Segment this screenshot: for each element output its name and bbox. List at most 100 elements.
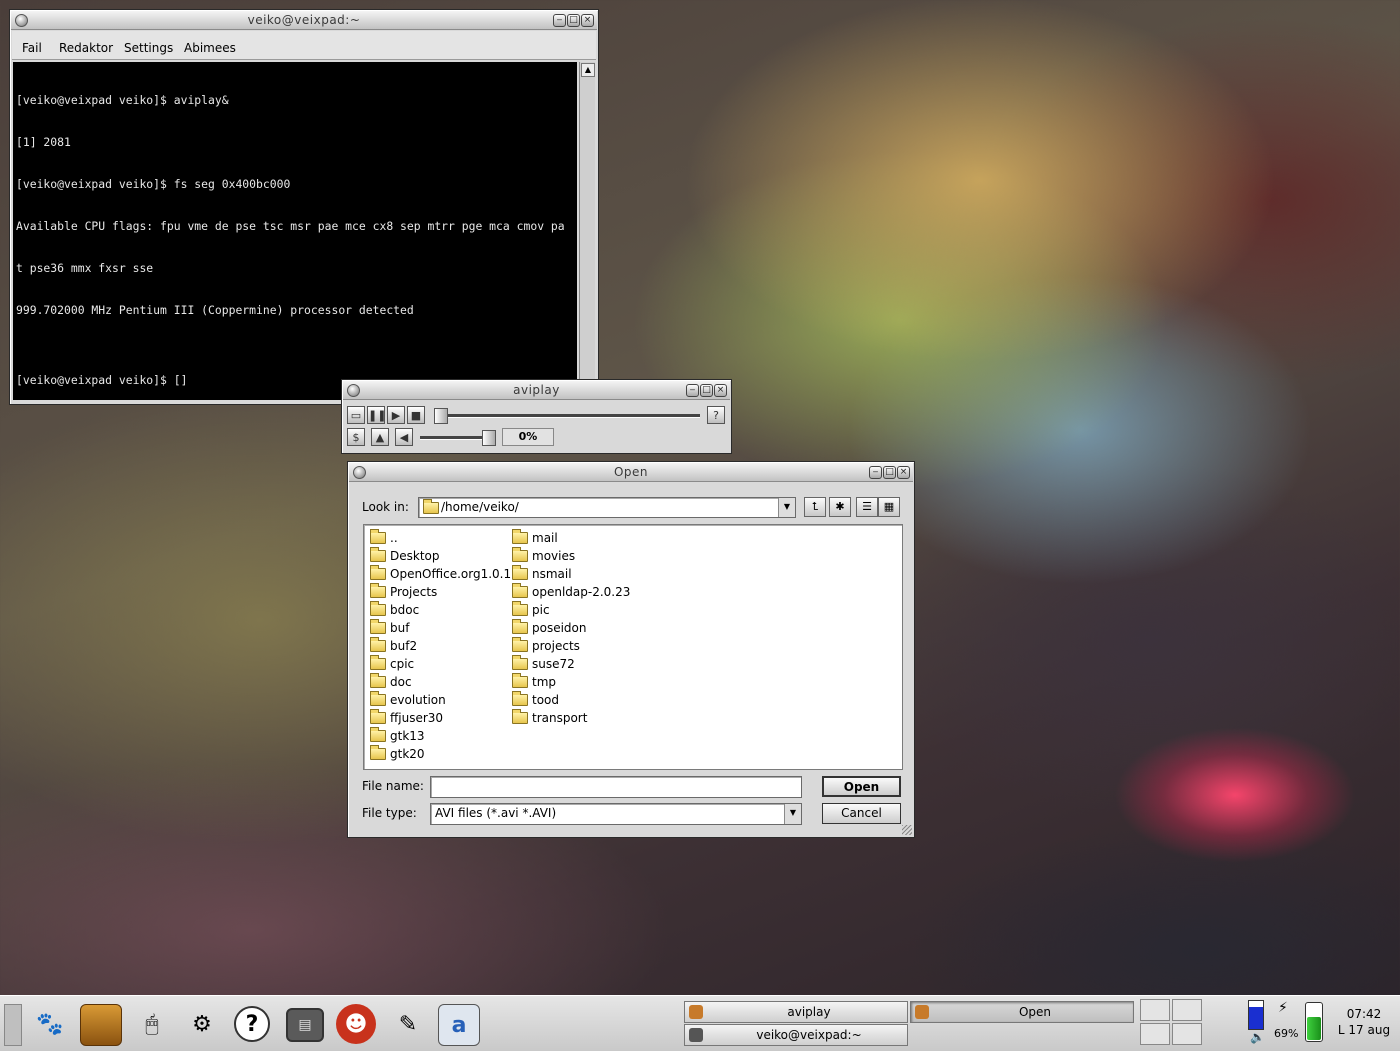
text-editor-icon[interactable]: ✎ <box>388 1004 428 1044</box>
panel-handle[interactable] <box>4 1004 22 1046</box>
window-icon[interactable]: a <box>438 1004 480 1046</box>
clock-date[interactable]: L 17 aug <box>1330 1023 1398 1037</box>
workspace-1[interactable] <box>1140 999 1170 1021</box>
folder-item[interactable]: transport <box>508 709 630 727</box>
config-icon[interactable]: $ <box>347 428 365 446</box>
workspace-3[interactable] <box>1140 1023 1170 1045</box>
folder-item[interactable]: doc <box>366 673 511 691</box>
folder-name: pic <box>532 603 550 617</box>
cancel-button[interactable]: Cancel <box>822 803 901 824</box>
volume-meter[interactable] <box>1248 1000 1264 1030</box>
new-folder-button[interactable]: ✱ <box>829 497 851 517</box>
task-button-open[interactable]: Open <box>910 1001 1134 1023</box>
eject-icon[interactable]: ▲ <box>371 428 389 446</box>
open-file-icon[interactable]: ▭ <box>347 406 365 424</box>
close-icon[interactable]: × <box>581 14 594 27</box>
menu-abimees[interactable]: Abimees <box>184 41 236 55</box>
folder-item[interactable]: evolution <box>366 691 511 709</box>
folder-icon <box>423 499 439 514</box>
maximize-icon[interactable]: □ <box>883 466 896 479</box>
mozilla-icon[interactable]: ☻ <box>336 1004 376 1044</box>
scroll-up-icon[interactable]: ▲ <box>581 63 595 77</box>
menu-redaktor[interactable]: Redaktor <box>59 41 113 55</box>
folder-item[interactable]: buf <box>366 619 511 637</box>
terminal-scrollbar[interactable]: ▲ <box>579 62 595 400</box>
gnome-foot-icon[interactable]: 🐾 <box>30 1004 70 1044</box>
folder-name: openldap-2.0.23 <box>532 585 631 599</box>
mouse-icon[interactable]: 🖱 <box>132 1004 172 1044</box>
folder-name: bdoc <box>390 603 420 617</box>
folder-item[interactable]: gtk13 <box>366 727 511 745</box>
folder-name: Desktop <box>390 549 440 563</box>
seek-slider-track[interactable] <box>434 414 700 418</box>
pause-icon[interactable]: ❚❚ <box>367 406 386 424</box>
volume-slider-track[interactable] <box>420 436 490 440</box>
terminal-title: veiko@veixpad:~ <box>247 13 361 27</box>
terminal-output[interactable]: [veiko@veixpad veiko]$ aviplay& [1] 2081… <box>13 62 577 400</box>
terminal-icon[interactable]: ▤ <box>286 1008 324 1042</box>
folder-item[interactable]: tood <box>508 691 630 709</box>
folder-icon <box>512 565 528 580</box>
folder-item[interactable]: openldap-2.0.23 <box>508 583 630 601</box>
file-type-select[interactable]: AVI files (*.avi *.AVI) ▼ <box>430 803 802 825</box>
chevron-down-icon[interactable]: ▼ <box>778 498 795 517</box>
maximize-icon[interactable]: □ <box>567 14 580 27</box>
stop-icon[interactable]: ■ <box>407 406 425 424</box>
volume-icon[interactable]: ◀ <box>395 428 413 446</box>
menu-settings[interactable]: Settings <box>124 41 173 55</box>
chevron-down-icon[interactable]: ▼ <box>784 804 801 824</box>
maximize-icon[interactable]: □ <box>700 384 713 397</box>
volume-slider-knob[interactable] <box>482 430 496 446</box>
folder-item[interactable]: gtk20 <box>366 745 511 763</box>
folder-item[interactable]: OpenOffice.org1.0.1 <box>366 565 511 583</box>
folder-item[interactable]: suse72 <box>508 655 630 673</box>
help-icon[interactable]: ? <box>707 406 725 424</box>
resize-grip-icon[interactable] <box>902 825 912 835</box>
seek-slider-knob[interactable] <box>434 408 448 424</box>
aviplay-titlebar[interactable]: aviplay ‒ □ × <box>343 381 730 400</box>
minimize-icon[interactable]: ‒ <box>553 14 566 27</box>
terminal-line: [1] 2081 <box>16 135 71 149</box>
look-in-combo[interactable]: /home/veiko/ ▼ <box>418 497 796 518</box>
folder-item[interactable]: buf2 <box>366 637 511 655</box>
open-dialog-titlebar[interactable]: Open ‒ □ × <box>349 463 913 482</box>
folder-item[interactable]: ffjuser30 <box>366 709 511 727</box>
folder-name: suse72 <box>532 657 575 671</box>
folder-item[interactable]: mail <box>508 529 630 547</box>
play-icon[interactable]: ▶ <box>387 406 405 424</box>
control-center-icon[interactable]: ⚙ <box>182 1004 222 1044</box>
workspace-2[interactable] <box>1172 999 1202 1021</box>
folder-item[interactable]: projects <box>508 637 630 655</box>
detail-view-button[interactable]: ▦ <box>878 497 900 517</box>
task-button-aviplay[interactable]: aviplay <box>684 1001 908 1023</box>
folder-item[interactable]: Projects <box>366 583 511 601</box>
folder-item[interactable]: Desktop <box>366 547 511 565</box>
file-list[interactable]: .. Desktop OpenOffice.org1.0.1 Projects bdoc… <box>363 524 903 770</box>
help-icon[interactable]: ? <box>234 1006 270 1042</box>
folder-icon <box>370 529 386 544</box>
minimize-icon[interactable]: ‒ <box>686 384 699 397</box>
parent-folder-button[interactable]: ⮤ <box>804 497 826 517</box>
folder-name: gtk13 <box>390 729 425 743</box>
minimize-icon[interactable]: ‒ <box>869 466 882 479</box>
folder-item[interactable]: tmp <box>508 673 630 691</box>
file-manager-icon[interactable] <box>80 1004 122 1046</box>
folder-item[interactable]: pic <box>508 601 630 619</box>
folder-item[interactable]: .. <box>366 529 511 547</box>
folder-item[interactable]: bdoc <box>366 601 511 619</box>
folder-item[interactable]: poseidon <box>508 619 630 637</box>
close-icon[interactable]: × <box>714 384 727 397</box>
terminal-titlebar[interactable]: veiko@veixpad:~ ‒ □ × <box>11 11 597 30</box>
close-icon[interactable]: × <box>897 466 910 479</box>
speaker-icon[interactable]: 🔈 <box>1250 1030 1265 1044</box>
open-button[interactable]: Open <box>822 776 901 797</box>
list-view-button[interactable]: ☰ <box>856 497 878 517</box>
folder-item[interactable]: movies <box>508 547 630 565</box>
clock-time[interactable]: 07:42 <box>1334 1007 1394 1021</box>
folder-item[interactable]: nsmail <box>508 565 630 583</box>
workspace-4[interactable] <box>1172 1023 1202 1045</box>
file-name-input[interactable] <box>430 776 802 798</box>
folder-item[interactable]: cpic <box>366 655 511 673</box>
task-button-terminal[interactable]: veiko@veixpad:~ <box>684 1024 908 1046</box>
menu-fail[interactable]: Fail <box>22 41 42 55</box>
